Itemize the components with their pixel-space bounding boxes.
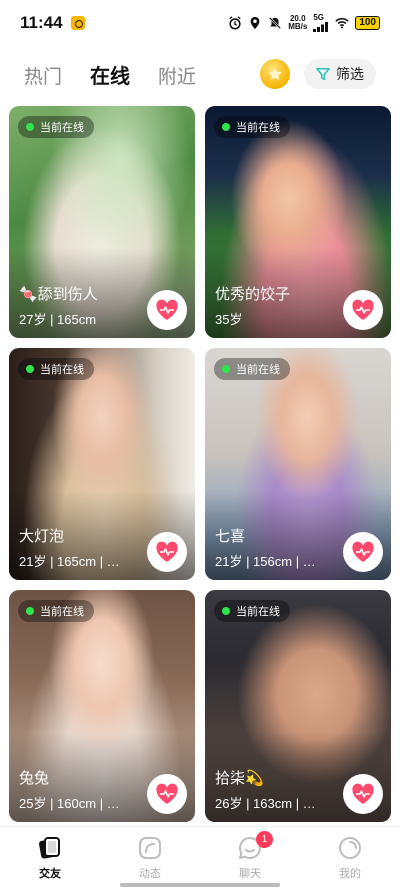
like-button[interactable]: [343, 290, 383, 330]
filter-button[interactable]: 筛选: [304, 59, 376, 89]
online-status-badge: 当前在线: [18, 600, 94, 622]
online-dot-icon: [222, 607, 230, 615]
online-status-badge: 当前在线: [214, 358, 290, 380]
heart-pulse-icon: [352, 541, 374, 562]
profile-grid: 当前在线 🍬舔到伤人 27岁 | 165cm 当前在线 优秀的饺子 35岁 当前…: [9, 106, 391, 822]
online-status-label: 当前在线: [40, 606, 84, 618]
network-speed: 20.0 MB/s: [288, 15, 307, 31]
nav-label: 我的: [339, 868, 361, 880]
profile-card[interactable]: 当前在线 兔兔 25岁 | 160cm | …: [9, 590, 195, 822]
like-button[interactable]: [343, 774, 383, 814]
network-type: 5G: [313, 13, 324, 22]
bottom-nav: 交友 动态 1 聊天 我的: [0, 826, 400, 889]
online-status-label: 当前在线: [236, 606, 280, 618]
home-indicator[interactable]: [120, 883, 280, 887]
star-icon: [268, 67, 282, 81]
profile-card[interactable]: 当前在线 🍬舔到伤人 27岁 | 165cm: [9, 106, 195, 338]
profile-info: 21岁 | 156cm | …: [215, 554, 316, 569]
online-dot-icon: [222, 365, 230, 373]
like-button[interactable]: [147, 532, 187, 572]
profile-card[interactable]: 当前在线 七喜 21岁 | 156cm | …: [205, 348, 391, 580]
online-status-label: 当前在线: [40, 122, 84, 134]
profile-name: 🍬舔到伤人: [19, 286, 98, 303]
app-notification-icon: [70, 16, 85, 30]
alarm-icon: [229, 16, 241, 30]
profile-info: 25岁 | 160cm | …: [19, 796, 120, 811]
online-status-badge: 当前在线: [18, 358, 94, 380]
nav-me[interactable]: 我的: [300, 827, 400, 889]
location-icon: [250, 16, 260, 30]
star-coin-button[interactable]: [260, 59, 290, 89]
cell-signal-icon: [313, 22, 329, 32]
profile-card[interactable]: 当前在线 拾柒💫 26岁 | 163cm | …: [205, 590, 391, 822]
profile-name: 优秀的饺子: [215, 286, 291, 303]
profile-card[interactable]: 当前在线 大灯泡 21岁 | 165cm | …: [9, 348, 195, 580]
online-dot-icon: [222, 123, 230, 131]
mute-bell-icon: [269, 16, 282, 30]
nav-moments[interactable]: 动态: [100, 827, 200, 889]
heart-pulse-icon: [156, 299, 178, 320]
online-status-label: 当前在线: [236, 364, 280, 376]
category-tabs: 热门 在线 附近: [24, 60, 196, 89]
tab-nearby[interactable]: 附近: [158, 62, 196, 89]
like-button[interactable]: [147, 290, 187, 330]
profile-name: 兔兔: [19, 770, 50, 787]
nav-label: 交友: [39, 868, 61, 880]
heart-pulse-icon: [156, 541, 178, 562]
profile-name: 拾柒💫: [215, 770, 264, 787]
profile-icon: [339, 837, 361, 859]
online-dot-icon: [26, 123, 34, 131]
online-status-label: 当前在线: [40, 364, 84, 376]
nav-label: 聊天: [239, 868, 261, 880]
profile-info: 21岁 | 165cm | …: [19, 554, 120, 569]
battery-icon: 100: [355, 16, 380, 30]
nav-label: 动态: [139, 868, 161, 880]
profile-name: 七喜: [215, 528, 246, 545]
profile-info: 35岁: [215, 312, 243, 327]
filter-label: 筛选: [336, 66, 364, 82]
filter-icon: [316, 67, 330, 81]
online-status-badge: 当前在线: [214, 600, 290, 622]
status-bar: 11:44 20.0 MB/s 5G 100: [0, 0, 400, 46]
online-status-label: 当前在线: [236, 122, 280, 134]
battery-level: 100: [355, 16, 380, 30]
online-dot-icon: [26, 607, 34, 615]
cards-icon: [39, 837, 60, 859]
tab-online[interactable]: 在线: [90, 60, 130, 89]
nav-make-friends[interactable]: 交友: [0, 827, 100, 889]
network-speed-unit: MB/s: [288, 22, 308, 31]
top-header: 热门 在线 附近 筛选: [0, 52, 400, 96]
heart-pulse-icon: [352, 783, 374, 804]
online-status-badge: 当前在线: [18, 116, 94, 138]
profile-card[interactable]: 当前在线 优秀的饺子 35岁: [205, 106, 391, 338]
like-button[interactable]: [343, 532, 383, 572]
wifi-icon: [335, 17, 349, 29]
online-status-badge: 当前在线: [214, 116, 290, 138]
nav-chat[interactable]: 1 聊天: [200, 827, 300, 889]
status-time: 11:44: [20, 13, 63, 32]
heart-pulse-icon: [352, 299, 374, 320]
profile-info: 26岁 | 163cm | …: [215, 796, 316, 811]
moments-icon: [139, 837, 161, 859]
like-button[interactable]: [147, 774, 187, 814]
unread-badge: 1: [256, 831, 273, 848]
profile-name: 大灯泡: [19, 528, 65, 545]
heart-pulse-icon: [156, 783, 178, 804]
online-dot-icon: [26, 365, 34, 373]
profile-info: 27岁 | 165cm: [19, 312, 97, 327]
tab-hot[interactable]: 热门: [24, 62, 62, 89]
